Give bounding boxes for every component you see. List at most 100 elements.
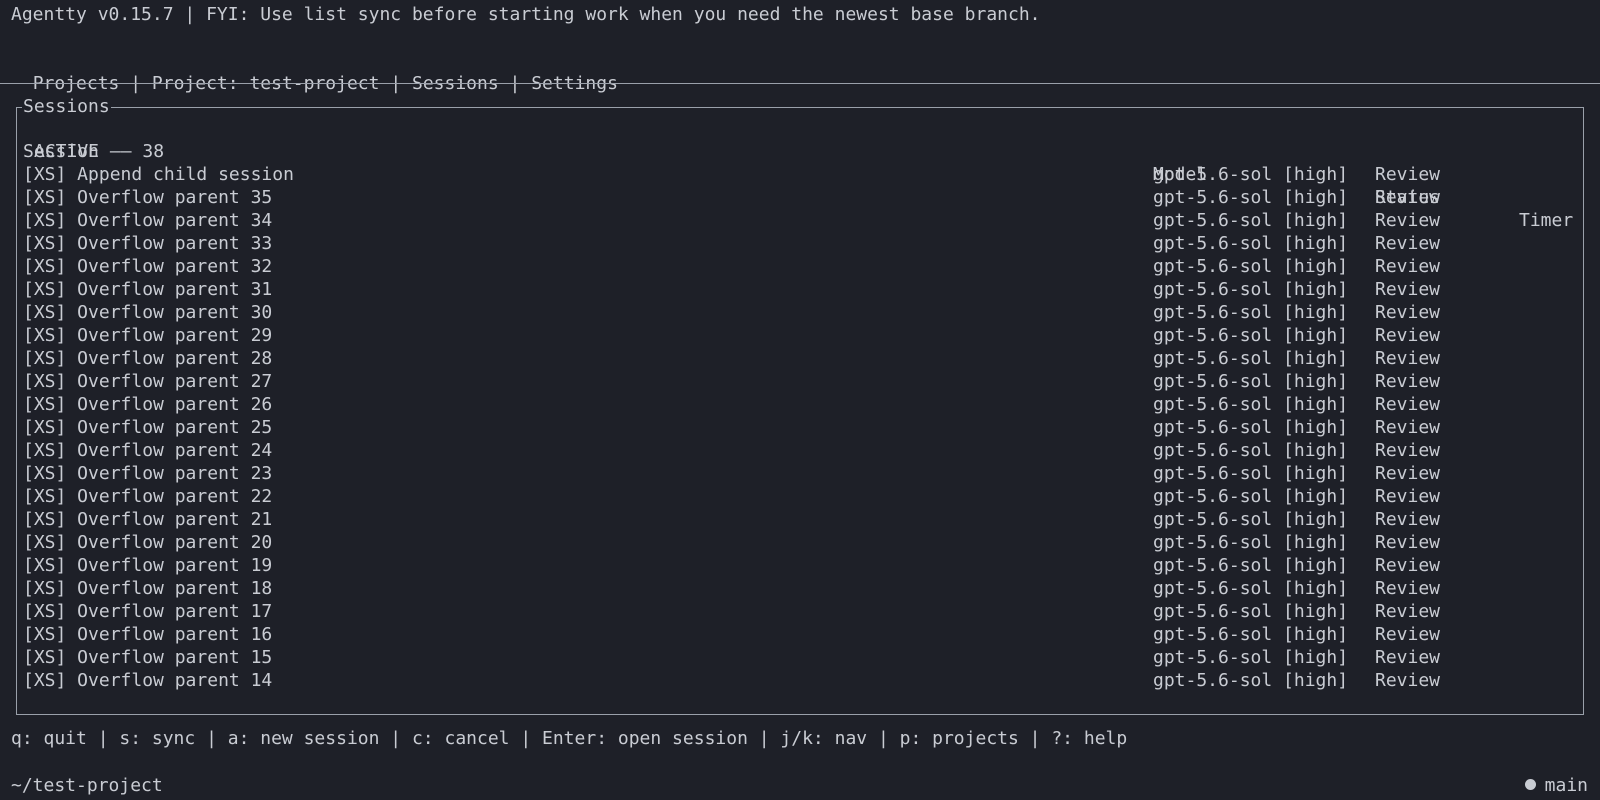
session-status: Review xyxy=(1375,647,1441,668)
session-model: gpt-5.6-sol [high] xyxy=(1153,670,1349,691)
session-status: Review xyxy=(1375,555,1441,576)
session-row[interactable]: [XS] Overflow parent 32 gpt-5.6-sol [high… xyxy=(23,255,1579,278)
session-name: [XS] Overflow parent 26 xyxy=(23,394,273,415)
session-row[interactable]: [XS] Overflow parent 28 gpt-5.6-sol [high… xyxy=(23,347,1579,370)
session-status: Review xyxy=(1375,279,1441,300)
keybinding-help: q: quit | s: sync | a: new session | c: … xyxy=(11,728,1128,749)
session-row[interactable]: [XS] Overflow parent 21 gpt-5.6-sol [high… xyxy=(23,508,1579,531)
session-row[interactable]: [XS] Overflow parent 29 gpt-5.6-sol [high… xyxy=(23,324,1579,347)
session-name: [XS] Overflow parent 14 xyxy=(23,670,273,691)
session-row[interactable]: [XS] Append child session gpt-5.6-sol [hi… xyxy=(23,163,1579,186)
session-row[interactable]: [XS] Overflow parent 17 gpt-5.6-sol [high… xyxy=(23,600,1579,623)
session-name: [XS] Overflow parent 24 xyxy=(23,440,273,461)
session-model: gpt-5.6-sol [high] xyxy=(1153,302,1349,323)
session-row[interactable]: [XS] Overflow parent 22 gpt-5.6-sol [high… xyxy=(23,485,1579,508)
top-nav: Projects | Project: test-project | Sessi… xyxy=(11,49,618,94)
session-row[interactable]: [XS] Overflow parent 26 gpt-5.6-sol [high… xyxy=(23,393,1579,416)
app-title-banner: Agentty v0.15.7 | FYI: Use list sync bef… xyxy=(11,4,1041,25)
session-name: [XS] Overflow parent 34 xyxy=(23,210,273,231)
session-row[interactable]: [XS] Overflow parent 18 gpt-5.6-sol [high… xyxy=(23,577,1579,600)
session-status: Review xyxy=(1375,210,1441,231)
session-row[interactable]: [XS] Overflow parent 24 gpt-5.6-sol [high… xyxy=(23,439,1579,462)
branch-name: main xyxy=(1544,775,1588,796)
panel-title: Sessions xyxy=(22,96,111,118)
session-model: gpt-5.6-sol [high] xyxy=(1153,486,1349,507)
session-name: [XS] Overflow parent 19 xyxy=(23,555,273,576)
session-status: Review xyxy=(1375,486,1441,507)
session-model: gpt-5.6-sol [high] xyxy=(1153,509,1349,530)
session-model: gpt-5.6-sol [high] xyxy=(1153,624,1349,645)
session-name: [XS] Overflow parent 23 xyxy=(23,463,273,484)
session-name: [XS] Overflow parent 30 xyxy=(23,302,273,323)
session-status: Review xyxy=(1375,624,1441,645)
session-row[interactable]: [XS] Overflow parent 23 gpt-5.6-sol [high… xyxy=(23,462,1579,485)
session-model: gpt-5.6-sol [high] xyxy=(1153,440,1349,461)
dot-icon xyxy=(1524,779,1536,790)
session-status: Review xyxy=(1375,348,1441,369)
column-header-row: Session Model Status Timer xyxy=(23,117,1579,231)
current-path: ~/test-project xyxy=(11,775,163,796)
session-model: gpt-5.6-sol [high] xyxy=(1153,578,1349,599)
session-row[interactable]: [XS] Overflow parent 30 gpt-5.6-sol [high… xyxy=(23,301,1579,324)
session-row[interactable]: [XS] Overflow parent 19 gpt-5.6-sol [high… xyxy=(23,554,1579,577)
session-status: Review xyxy=(1375,601,1441,622)
session-model: gpt-5.6-sol [high] xyxy=(1153,187,1349,208)
session-status: Review xyxy=(1375,440,1441,461)
session-model: gpt-5.6-sol [high] xyxy=(1153,394,1349,415)
session-status: Review xyxy=(1375,532,1441,553)
session-row[interactable]: [XS] Overflow parent 14 gpt-5.6-sol [high… xyxy=(23,669,1579,692)
session-status: Review xyxy=(1375,463,1441,484)
session-name: [XS] Overflow parent 17 xyxy=(23,601,273,622)
group-label: ACTIVE xyxy=(34,141,100,162)
session-name: [XS] Overflow parent 15 xyxy=(23,647,273,668)
session-model: gpt-5.6-sol [high] xyxy=(1153,348,1349,369)
session-name: [XS] Overflow parent 25 xyxy=(23,417,273,438)
group-dash: —— xyxy=(109,141,132,162)
group-count: 38 xyxy=(142,141,165,162)
session-name: [XS] Overflow parent 28 xyxy=(23,348,273,369)
session-status: Review xyxy=(1375,417,1441,438)
session-model: gpt-5.6-sol [high] xyxy=(1153,233,1349,254)
session-status: Review xyxy=(1375,394,1441,415)
session-name: [XS] Overflow parent 31 xyxy=(23,279,273,300)
session-row[interactable]: [XS] Overflow parent 25 gpt-5.6-sol [high… xyxy=(23,416,1579,439)
session-status: Review xyxy=(1375,509,1441,530)
session-model: gpt-5.6-sol [high] xyxy=(1153,210,1349,231)
session-model: gpt-5.6-sol [high] xyxy=(1153,164,1349,185)
session-status: Review xyxy=(1375,233,1441,254)
session-row[interactable]: [XS] Overflow parent 16 gpt-5.6-sol [high… xyxy=(23,623,1579,646)
session-row[interactable]: [XS] Overflow parent 34 gpt-5.6-sol [high… xyxy=(23,209,1579,232)
session-name: [XS] Overflow parent 27 xyxy=(23,371,273,392)
session-row[interactable]: [XS] Overflow parent 15 gpt-5.6-sol [high… xyxy=(23,646,1579,669)
session-name: [XS] Overflow parent 16 xyxy=(23,624,273,645)
session-model: gpt-5.6-sol [high] xyxy=(1153,601,1349,622)
session-name: [XS] Overflow parent 21 xyxy=(23,509,273,530)
session-row[interactable]: [XS] Overflow parent 35 gpt-5.6-sol [high… xyxy=(23,186,1579,209)
session-status: Review xyxy=(1375,302,1441,323)
sessions-panel: Sessions Session Model Status Timer ACTI… xyxy=(16,96,1584,715)
session-name: [XS] Overflow parent 29 xyxy=(23,325,273,346)
session-model: gpt-5.6-sol [high] xyxy=(1153,463,1349,484)
session-status: Review xyxy=(1375,164,1441,185)
session-model: gpt-5.6-sol [high] xyxy=(1153,555,1349,576)
session-status: Review xyxy=(1375,325,1441,346)
session-status: Review xyxy=(1375,371,1441,392)
session-name: [XS] Overflow parent 32 xyxy=(23,256,273,277)
session-name: [XS] Overflow parent 33 xyxy=(23,233,273,254)
session-status: Review xyxy=(1375,578,1441,599)
session-row[interactable]: [XS] Overflow parent 31 gpt-5.6-sol [high… xyxy=(23,278,1579,301)
session-model: gpt-5.6-sol [high] xyxy=(1153,325,1349,346)
branch-indicator: main xyxy=(1524,774,1588,797)
session-model: gpt-5.6-sol [high] xyxy=(1153,279,1349,300)
session-name: [XS] Overflow parent 35 xyxy=(23,187,273,208)
session-status: Review xyxy=(1375,187,1441,208)
group-header-active: ACTIVE —— 38 xyxy=(34,140,1590,163)
session-name: [XS] Append child session xyxy=(23,164,294,185)
session-model: gpt-5.6-sol [high] xyxy=(1153,532,1349,553)
session-row[interactable]: [XS] Overflow parent 27 gpt-5.6-sol [high… xyxy=(23,370,1579,393)
session-status: Review xyxy=(1375,670,1441,691)
session-model: gpt-5.6-sol [high] xyxy=(1153,256,1349,277)
session-row[interactable]: [XS] Overflow parent 33 gpt-5.6-sol [high… xyxy=(23,232,1579,255)
session-status: Review xyxy=(1375,256,1441,277)
session-row[interactable]: [XS] Overflow parent 20 gpt-5.6-sol [high… xyxy=(23,531,1579,554)
